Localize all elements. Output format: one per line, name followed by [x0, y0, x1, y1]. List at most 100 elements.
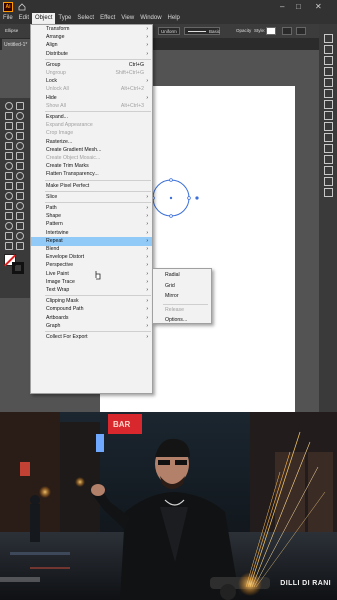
- menu-separator: [45, 190, 151, 192]
- eraser-tool-icon[interactable]: [5, 162, 13, 170]
- menu-window[interactable]: Window: [137, 13, 164, 24]
- opacity-label[interactable]: Opacity: [236, 28, 251, 33]
- rectangle-tool-icon[interactable]: [5, 142, 13, 150]
- properties-panel-icon[interactable]: [324, 34, 333, 43]
- graphic-styles-panel-icon[interactable]: [324, 155, 333, 164]
- gradient-panel-icon[interactable]: [324, 122, 333, 131]
- graph-tool-icon[interactable]: [16, 222, 24, 230]
- stroke-panel-icon[interactable]: [324, 111, 333, 120]
- symbol-sprayer-tool-icon[interactable]: [5, 222, 13, 230]
- menu-edit[interactable]: Edit: [16, 13, 32, 24]
- menu-item-label: Show All: [46, 102, 66, 109]
- menu-item-label: Intertwine: [46, 229, 69, 236]
- hand-tool-icon[interactable]: [5, 242, 13, 250]
- slice-tool-icon[interactable]: [16, 232, 24, 240]
- color-panel-icon[interactable]: [324, 67, 333, 76]
- layers-panel-icon[interactable]: [324, 45, 333, 54]
- style-label: Style:: [254, 28, 266, 33]
- gradient-tool-icon[interactable]: [16, 202, 24, 210]
- submenu-item-grid[interactable]: Grid: [153, 282, 211, 291]
- perspective-grid-tool-icon[interactable]: [16, 192, 24, 200]
- home-icon[interactable]: [18, 3, 26, 11]
- menu-item-slice[interactable]: Slice ›: [31, 193, 152, 202]
- shape-builder-tool-icon[interactable]: [5, 192, 13, 200]
- menu-item-make-pixel-perfect[interactable]: Make Pixel Perfect: [31, 182, 152, 191]
- mesh-tool-icon[interactable]: [5, 202, 13, 210]
- menu-item-show-all[interactable]: Show All Alt+Ctrl+3: [31, 102, 152, 111]
- magic-wand-tool-icon[interactable]: [5, 112, 13, 120]
- selection-tool-icon[interactable]: [5, 102, 13, 110]
- style-swatch[interactable]: [266, 27, 276, 35]
- menu-item-label: Unlock All: [46, 86, 69, 93]
- recolor-button[interactable]: [282, 27, 292, 35]
- rotate-tool-icon[interactable]: [5, 172, 13, 180]
- menu-item-label: Graph: [46, 322, 61, 329]
- maximize-icon[interactable]: □: [296, 2, 301, 11]
- submenu-item-release[interactable]: Release: [153, 306, 211, 315]
- menu-item-flatten-transparency[interactable]: Flatten Transparency...: [31, 170, 152, 179]
- shaper-tool-icon[interactable]: [5, 152, 13, 160]
- artboard-tool-icon[interactable]: [5, 232, 13, 240]
- menu-item-label: Perspective: [46, 262, 74, 269]
- submenu-item-radial[interactable]: Radial: [153, 271, 211, 280]
- minimize-icon[interactable]: –: [280, 2, 284, 11]
- scale-tool-icon[interactable]: [16, 172, 24, 180]
- menu-item-label: Live Paint: [46, 270, 69, 277]
- menu-item-label: Collect For Export: [46, 334, 88, 340]
- menu-item-graph[interactable]: Graph ›: [31, 322, 152, 331]
- object-menu: Transform › Arrange › Align › Distribute › Group…: [30, 24, 153, 394]
- close-icon[interactable]: ✕: [315, 2, 322, 11]
- scissors-tool-icon[interactable]: [16, 162, 24, 170]
- menu-select[interactable]: Select: [74, 13, 97, 24]
- line-tool-icon[interactable]: [16, 132, 24, 140]
- pencil-tool-icon[interactable]: [16, 152, 24, 160]
- stroke-profile-label: Basic: [209, 29, 221, 34]
- appearance-panel-icon[interactable]: [324, 144, 333, 153]
- menu-bar: File Edit Object Type Select Effect View Window…: [0, 13, 337, 24]
- eyedropper-tool-icon[interactable]: [5, 212, 13, 220]
- promo-photo: BAR DILLI DI RANI: [0, 412, 337, 600]
- blend-tool-icon[interactable]: [16, 212, 24, 220]
- menu-file[interactable]: File: [0, 13, 16, 24]
- align-button[interactable]: [296, 27, 306, 35]
- selected-ellipse[interactable]: [150, 174, 202, 224]
- type-tool-icon[interactable]: [5, 132, 13, 140]
- align-panel-icon[interactable]: [324, 166, 333, 175]
- pathfinder-panel-icon[interactable]: [324, 177, 333, 186]
- submenu-item-mirror[interactable]: Mirror: [153, 292, 211, 301]
- menu-separator: [45, 331, 151, 332]
- menu-item-label: Ungroup: [46, 70, 66, 76]
- width-tool-icon[interactable]: [5, 182, 13, 190]
- libraries-panel-icon[interactable]: [324, 56, 333, 65]
- menu-item-collect-for-export[interactable]: Collect For Export ›: [31, 333, 152, 342]
- menu-object[interactable]: Object: [32, 13, 56, 24]
- free-transform-tool-icon[interactable]: [16, 182, 24, 190]
- menu-view[interactable]: View: [118, 13, 137, 24]
- menu-effect[interactable]: Effect: [97, 13, 118, 24]
- curvature-tool-icon[interactable]: [16, 122, 24, 130]
- brushes-panel-icon[interactable]: [324, 89, 333, 98]
- illustrator-logo: Ai: [3, 2, 13, 12]
- swatches-panel-icon[interactable]: [324, 78, 333, 87]
- menu-help[interactable]: Help: [165, 13, 183, 24]
- lasso-tool-icon[interactable]: [16, 112, 24, 120]
- zoom-tool-icon[interactable]: [16, 242, 24, 250]
- direct-selection-tool-icon[interactable]: [16, 102, 24, 110]
- submenu-item-options[interactable]: Options...: [153, 316, 211, 325]
- submenu-arrow-icon: ›: [146, 322, 148, 329]
- uniform-select[interactable]: Uniform: [158, 27, 180, 35]
- paintbrush-tool-icon[interactable]: [16, 142, 24, 150]
- transform-panel-icon[interactable]: [324, 188, 333, 197]
- stroke-profile-select[interactable]: Basic: [184, 27, 220, 35]
- menu-type[interactable]: Type: [55, 13, 74, 24]
- uniform-label: Uniform: [161, 29, 177, 34]
- transparency-panel-icon[interactable]: [324, 133, 333, 142]
- illustrator-window: Ai – □ ✕ File Edit Object Type Select Effect V…: [0, 0, 337, 412]
- selection-label: Ellipse: [5, 28, 19, 33]
- stroke-swatch[interactable]: [12, 262, 24, 274]
- menu-separator: [45, 111, 151, 112]
- menu-item-distribute[interactable]: Distribute ›: [31, 50, 152, 59]
- pen-tool-icon[interactable]: [5, 122, 13, 130]
- menu-item-text-wrap[interactable]: Text Wrap ›: [31, 286, 152, 295]
- symbols-panel-icon[interactable]: [324, 100, 333, 109]
